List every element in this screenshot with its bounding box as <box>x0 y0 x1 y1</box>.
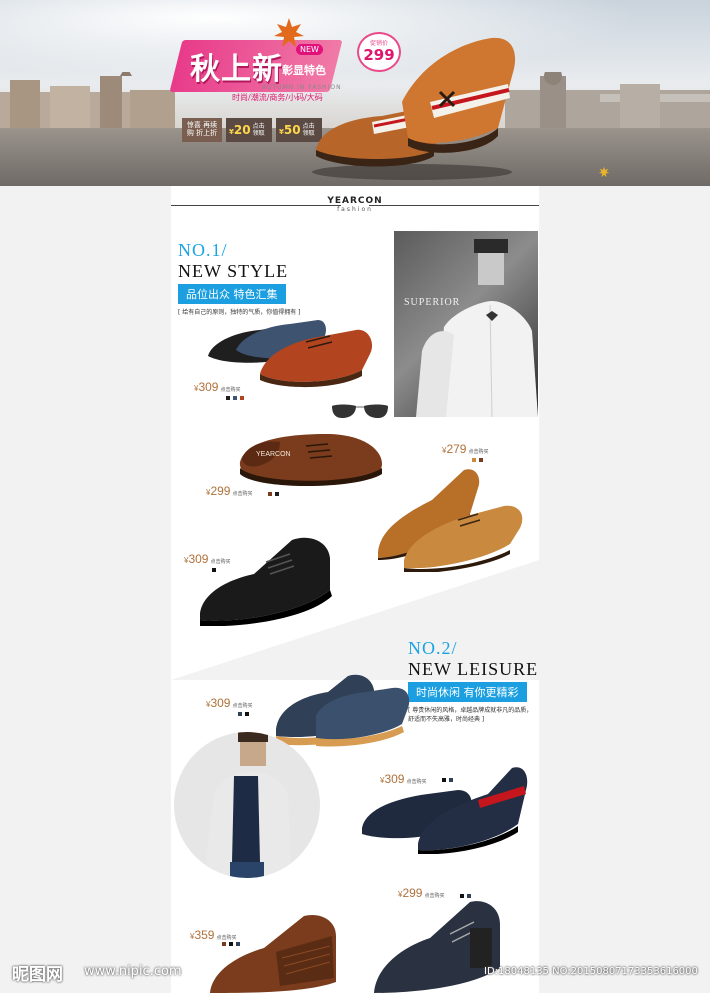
section1-header: NO.1/ NEW STYLE 品位出众 特色汇集 [ 给有自己的原则，独特的气… <box>178 240 301 317</box>
product-price-value: 279 <box>446 442 467 456</box>
model-figure <box>416 239 538 417</box>
watermark-url: www.nipic.com <box>84 964 182 979</box>
buy-link[interactable]: 点击购买 <box>468 449 488 455</box>
swatch-tan[interactable] <box>472 458 476 462</box>
product-shoe-brown-mesh[interactable] <box>206 912 340 993</box>
coupon-amount: 20 <box>229 123 251 137</box>
swatch-black[interactable] <box>245 712 249 716</box>
banner-tagline: 时尚/潮流/商务/小码/大码 <box>232 93 323 102</box>
coupon-amount: 50 <box>279 123 301 137</box>
section2-header: NO.2/ NEW LEISURE 时尚休闲 有你更精彩 [ 尊贵休闲的风格，卓… <box>408 638 538 724</box>
product-price[interactable]: ¥309 点击购买 <box>206 696 253 710</box>
swatch-navy[interactable] <box>238 712 242 716</box>
color-swatches <box>268 492 279 496</box>
watermark-logo: 昵图网 <box>12 965 63 985</box>
section1-banner: 品位出众 特色汇集 <box>178 284 286 304</box>
model-figure-casual <box>204 732 292 878</box>
color-swatches <box>226 396 244 400</box>
swatch-black[interactable] <box>226 396 230 400</box>
product-price-value: 309 <box>210 696 231 710</box>
coupon-20[interactable]: 20 点击 领取 <box>226 118 272 142</box>
swatch-black[interactable] <box>275 492 279 496</box>
buy-link[interactable]: 点击购买 <box>232 491 252 497</box>
coupon-action: 点击 领取 <box>252 123 265 137</box>
product-shoe-navy-casual[interactable] <box>272 672 414 748</box>
banner-headline: 秋上新 <box>190 52 283 87</box>
model-photo-superior[interactable]: SUPERIOR <box>394 231 538 417</box>
model-photo-circle[interactable] <box>174 732 320 878</box>
product-shoe-navy-loafer-pair[interactable] <box>358 764 530 854</box>
swatch-brown[interactable] <box>268 492 272 496</box>
divider-line <box>369 205 539 206</box>
section2-banner: 时尚休闲 有你更精彩 <box>408 682 527 702</box>
hero-banner[interactable]: 秋上新 NEW 彰显特色 AUTUMN IN FASHION 时尚/潮流/商务/… <box>0 0 710 186</box>
product-price[interactable]: ¥309 点击购买 <box>194 380 241 394</box>
watermark-id: ID:18048135 NO:20150807173353616000 <box>484 966 698 977</box>
product-price-value: 309 <box>198 380 219 394</box>
product-shoe-derby-trio[interactable] <box>206 312 378 388</box>
product-price[interactable]: ¥279 点击购买 <box>442 442 489 456</box>
brand-sub: fashion <box>337 206 373 213</box>
swatch-blue[interactable] <box>233 396 237 400</box>
section2-desc-1: [ 尊贵休闲的风格，卓越品牌成就非凡的品质， <box>408 707 533 714</box>
color-swatches <box>472 458 483 462</box>
product-shoe-brown-oxford[interactable]: YEARCON <box>236 428 386 490</box>
product-price[interactable]: ¥299 点击购买 <box>206 484 253 498</box>
section1-title: NEW STYLE <box>178 261 289 281</box>
swatch-brown[interactable] <box>479 458 483 462</box>
sunglasses-image <box>332 404 388 418</box>
color-swatches <box>238 712 249 716</box>
section2-number: NO.2/ <box>408 638 458 658</box>
buy-link[interactable]: 点击购买 <box>220 387 240 393</box>
product-shoe-black-casual-pair[interactable] <box>370 898 510 993</box>
brand-header: YEARCON fashion <box>171 196 539 213</box>
product-shoe-black-derby[interactable] <box>196 534 336 626</box>
coupon-strip: 惊喜 再续购 折上折 20 点击 领取 50 点击 领取 <box>182 118 322 142</box>
maple-leaf-icon-small <box>598 166 610 177</box>
section1-number: NO.1/ <box>178 240 228 260</box>
svg-text:YEARCON: YEARCON <box>256 451 291 458</box>
coupon-intro: 惊喜 再续购 折上折 <box>182 118 222 142</box>
divider-line <box>171 205 341 206</box>
section2-desc-2: 舒适而不失高雅，时尚经典 ] <box>408 716 485 723</box>
model-photo-caption: SUPERIOR <box>404 297 461 308</box>
product-shoe-tan-pair[interactable] <box>374 464 526 572</box>
hero-loafers-image[interactable] <box>312 32 522 182</box>
swatch-brown[interactable] <box>240 396 244 400</box>
buy-link[interactable]: 点击购买 <box>232 703 252 709</box>
maple-leaf-icon <box>274 18 304 47</box>
section2-title: NEW LEISURE <box>408 659 539 679</box>
product-price-value: 299 <box>210 484 231 498</box>
